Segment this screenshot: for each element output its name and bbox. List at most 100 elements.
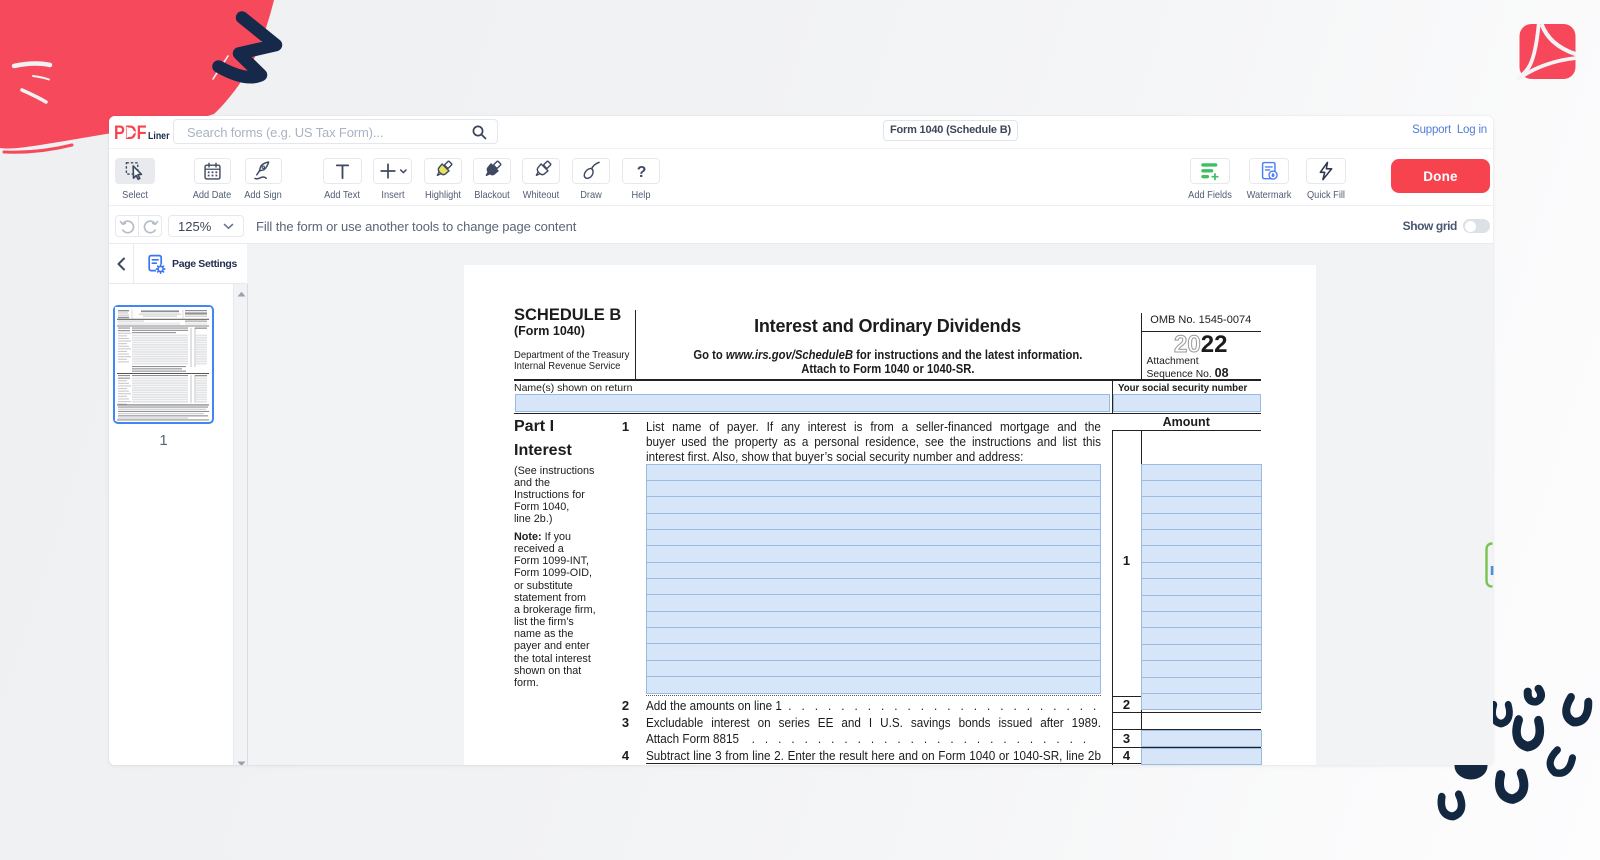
form-row1-marker: 1 (1112, 553, 1142, 568)
payer-input-row[interactable] (646, 594, 1101, 611)
watermark-button[interactable] (1249, 158, 1289, 184)
help-icon: ? (631, 161, 652, 182)
support-link[interactable]: Support (1412, 124, 1451, 136)
form-rule (1112, 712, 1262, 713)
amount-input-row[interactable] (1141, 693, 1262, 710)
scroll-down-icon[interactable] (237, 761, 246, 765)
page-settings-button[interactable]: Page Settings (134, 244, 249, 284)
blackout-button[interactable] (473, 158, 511, 184)
payer-input-row[interactable] (646, 464, 1101, 481)
page-thumbnail[interactable] (113, 305, 214, 424)
text-icon (332, 161, 353, 182)
scroll-up-icon[interactable] (237, 291, 246, 297)
redo-button[interactable] (138, 215, 162, 237)
ssn-input-field[interactable] (1113, 394, 1261, 413)
form-line4-text: Subtract line 3 from line 2. Enter the r… (646, 748, 1101, 763)
workspace: 1 (109, 244, 1493, 765)
watermark-icon (1258, 160, 1280, 182)
payer-input-row[interactable] (646, 480, 1101, 497)
collapse-sidebar-button[interactable] (109, 244, 134, 284)
amount-input-row[interactable] (1141, 496, 1262, 513)
sidebar-scrollbar[interactable] (233, 284, 248, 765)
payer-input-row[interactable] (646, 627, 1101, 644)
draw-button[interactable] (572, 158, 610, 184)
help-button[interactable]: ? (622, 158, 660, 184)
add-date-button[interactable] (194, 158, 231, 184)
amount-input-row[interactable] (1141, 677, 1262, 694)
payer-input-row[interactable] (646, 676, 1101, 693)
name-input-field[interactable] (515, 394, 1110, 413)
done-button[interactable]: Done (1391, 159, 1490, 193)
payer-input-row[interactable] (646, 660, 1101, 677)
form-ssn-label: Your social security number (1118, 382, 1247, 394)
zoom-dropdown[interactable]: 125% (168, 215, 244, 237)
search-input[interactable]: Search forms (e.g. US Tax Form)... (173, 119, 498, 144)
form-amount-header: Amount (1112, 415, 1262, 429)
payer-fields-block (646, 465, 1101, 694)
amount-input-row[interactable] (1141, 578, 1262, 595)
blackout-brush-icon (480, 160, 503, 183)
amount-input-row[interactable] (1141, 464, 1262, 481)
payer-input-row[interactable] (646, 529, 1101, 546)
highlight-button[interactable] (424, 158, 462, 184)
amount-input-row[interactable] (1141, 660, 1262, 677)
pages-sidebar: 1 (109, 244, 233, 765)
form-year: 2022 (1141, 331, 1262, 359)
document-page[interactable]: SCHEDULE B (Form 1040) Department of the… (464, 265, 1316, 765)
payer-input-row[interactable] (646, 496, 1101, 513)
add-text-button[interactable] (323, 158, 362, 184)
form-omb: OMB No. 1545-0074 (1141, 314, 1262, 326)
chevron-left-icon (116, 257, 126, 271)
line3-amount-field[interactable] (1141, 730, 1262, 748)
payer-input-row[interactable] (646, 611, 1101, 628)
amount-fields-block (1141, 465, 1262, 711)
amount-input-row[interactable] (1141, 545, 1262, 562)
login-link[interactable]: Log in (1457, 124, 1487, 136)
amount-input-row[interactable] (1141, 595, 1262, 612)
payer-input-row[interactable] (646, 578, 1101, 595)
form-line3-number: 3 (619, 715, 633, 730)
form-dept: Department of the Treasury (514, 350, 629, 361)
pdfliner-logo[interactable]: PDF Liner (114, 120, 176, 145)
payer-input-row[interactable] (646, 545, 1101, 562)
whiteout-button[interactable] (522, 158, 560, 184)
amount-input-row[interactable] (1141, 480, 1262, 497)
document-title-chip: Form 1040 (Schedule B) (883, 120, 1018, 141)
document-canvas: SCHEDULE B (Form 1040) Department of the… (249, 244, 1494, 765)
form-rule (514, 413, 1261, 414)
form-irs: Internal Revenue Service (514, 361, 620, 372)
amount-input-row[interactable] (1141, 562, 1262, 579)
sidebar-header: Page Settings (109, 244, 247, 284)
amount-input-row[interactable] (1141, 644, 1262, 661)
quick-fill-button[interactable] (1306, 158, 1346, 184)
payer-input-row[interactable] (646, 562, 1101, 579)
redo-icon (142, 218, 159, 235)
main-toolbar: Select Add Date Add Sign Add Text Insert… (109, 149, 1493, 206)
form-line2-text: Add the amounts on line 1. . . . . . . .… (646, 698, 1096, 713)
form-see-instructions: (See instructionsand theInstructions for… (514, 465, 594, 525)
amount-input-row[interactable] (1141, 627, 1262, 644)
amount-input-row[interactable] (1141, 611, 1262, 628)
payer-input-row[interactable] (646, 513, 1101, 530)
amount-input-row[interactable] (1141, 513, 1262, 530)
hidden-widget-edge (1478, 538, 1496, 593)
show-grid-toggle[interactable] (1463, 219, 1490, 233)
add-sign-button[interactable] (245, 158, 282, 184)
acrobat-logo-decoration (1510, 12, 1590, 92)
help-label: Help (606, 189, 676, 201)
search-placeholder: Search forms (e.g. US Tax Form)... (187, 125, 383, 140)
line4-amount-field[interactable] (1141, 748, 1262, 765)
page-number-label: 1 (109, 432, 218, 449)
insert-button[interactable] (373, 158, 412, 184)
insert-plus-icon (378, 160, 408, 182)
undo-button[interactable] (115, 215, 139, 237)
form-line3-text1: Excludable interest on series EE and I U… (646, 715, 1101, 730)
payer-input-row[interactable] (646, 643, 1101, 660)
form-item1-text: List name of payer. If any interest is f… (646, 419, 1101, 464)
select-icon (124, 160, 146, 182)
form-line4-box: 4 (1112, 748, 1142, 763)
search-icon[interactable] (471, 124, 488, 141)
amount-input-row[interactable] (1141, 529, 1262, 546)
add-fields-button[interactable] (1190, 158, 1230, 184)
select-button[interactable] (115, 158, 155, 184)
